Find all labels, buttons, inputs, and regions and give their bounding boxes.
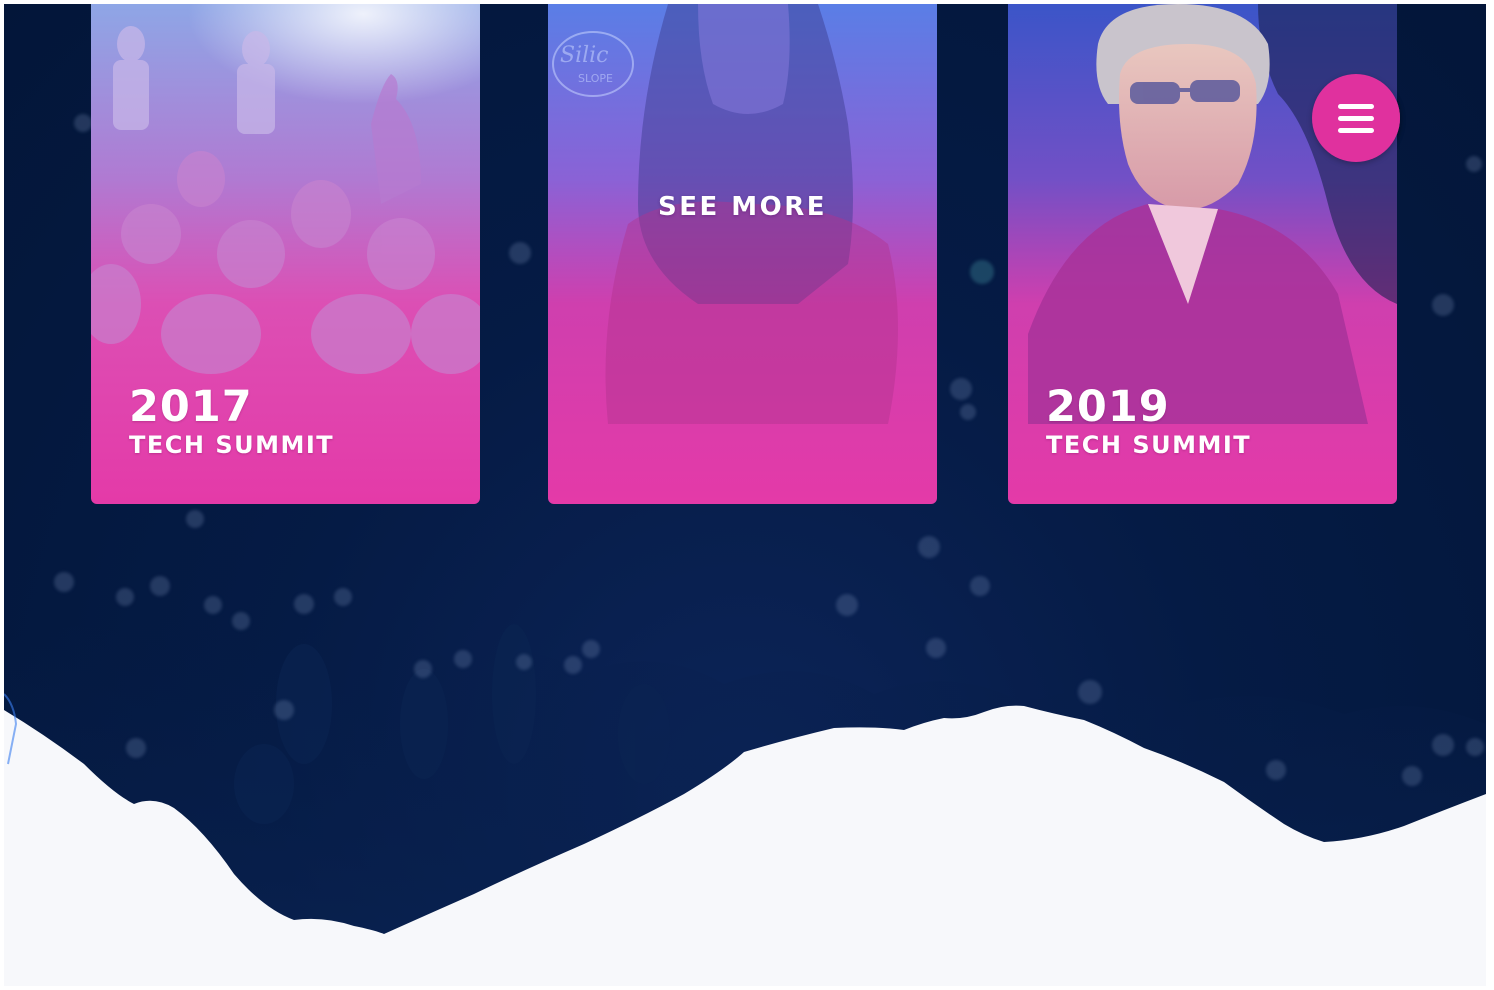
see-more-link[interactable]: SEE MORE bbox=[548, 192, 937, 222]
menu-button[interactable] bbox=[1312, 74, 1400, 162]
hamburger-icon bbox=[1338, 104, 1374, 109]
page: 2017 TECH SUMMIT Silic SLOPE SEE MORE 20… bbox=[0, 0, 1494, 990]
svg-text:Silic: Silic bbox=[560, 43, 609, 68]
event-card-2017[interactable]: 2017 TECH SUMMIT bbox=[91, 4, 480, 504]
card-caption: 2017 TECH SUMMIT bbox=[129, 384, 334, 460]
card-year: 2019 bbox=[1046, 382, 1170, 432]
hamburger-icon-bar bbox=[1338, 116, 1374, 121]
event-card-2018[interactable]: Silic SLOPE SEE MORE bbox=[548, 4, 937, 504]
card-caption: 2019 TECH SUMMIT bbox=[1046, 384, 1251, 460]
hamburger-icon-bar bbox=[1338, 128, 1374, 133]
card-year: 2017 bbox=[129, 382, 253, 432]
svg-text:SLOPE: SLOPE bbox=[578, 72, 613, 85]
card-subtitle: TECH SUMMIT bbox=[1046, 431, 1252, 459]
speaker-photo: Silic SLOPE bbox=[548, 4, 937, 504]
card-subtitle: TECH SUMMIT bbox=[129, 431, 335, 459]
